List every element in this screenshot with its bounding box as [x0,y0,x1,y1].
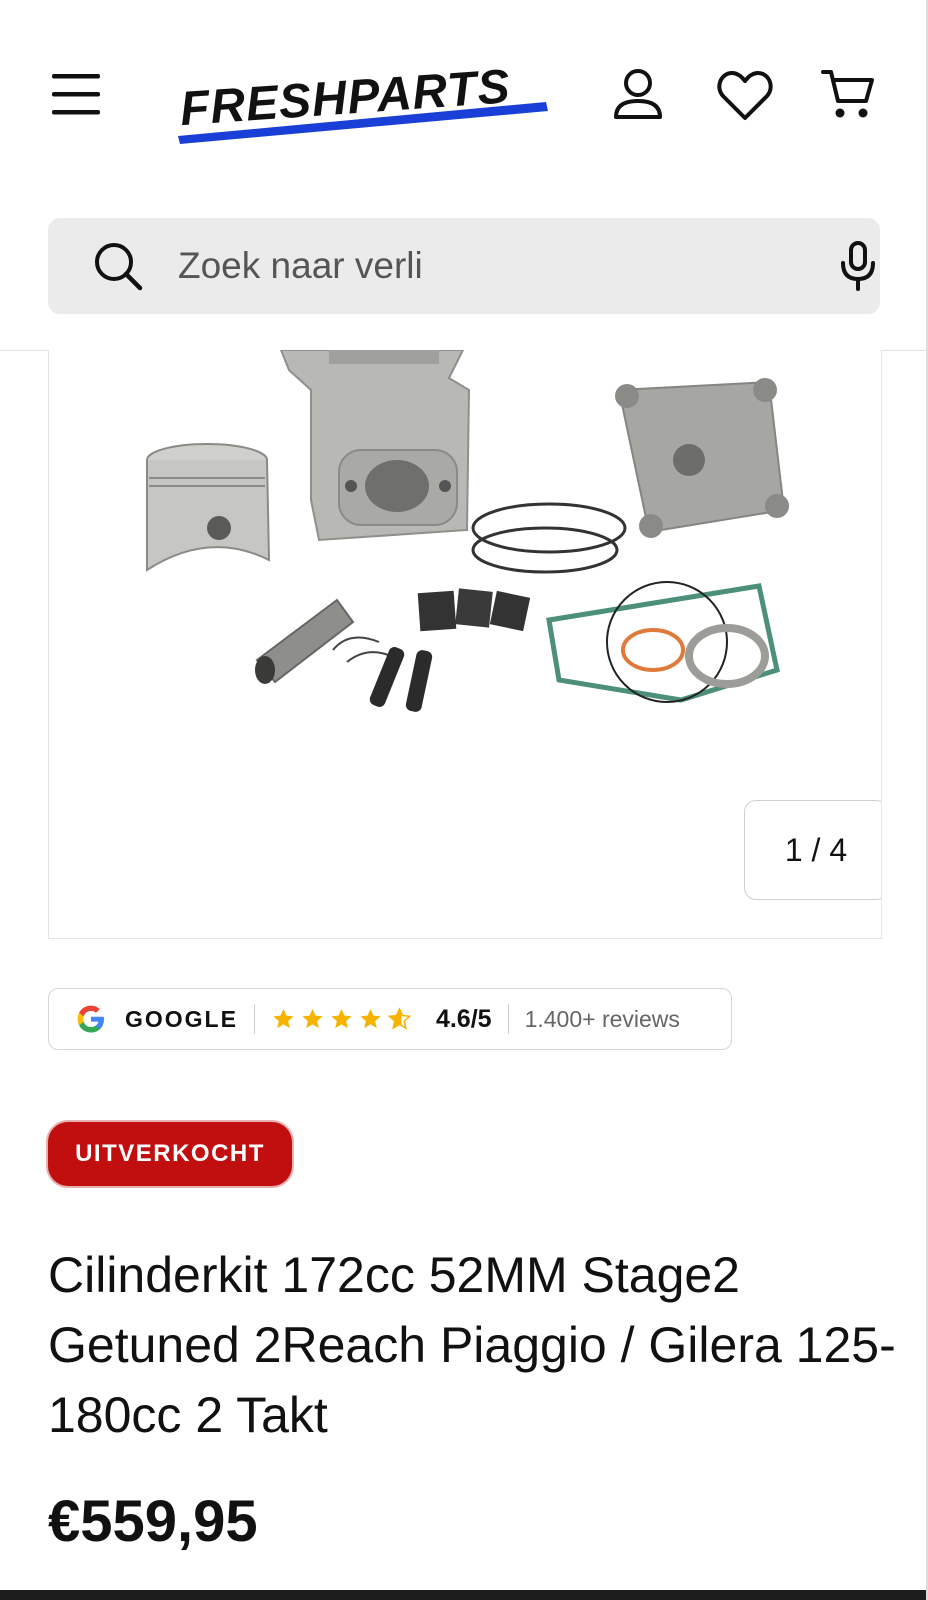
cart-icon [821,70,874,118]
rating-score: 4.6/5 [435,1004,492,1033]
review-count: 1.400+ reviews [524,1005,680,1032]
half-star-icon [387,1007,412,1030]
site-header: FRESHPARTS [0,0,928,351]
google-review-badge[interactable]: GOOGLE 4.6/5 1.400+ reviews [48,988,732,1050]
google-icon [77,1005,104,1033]
wishlist-button[interactable] [714,66,776,126]
star-icon [302,1009,323,1029]
menu-button[interactable] [46,66,106,122]
divider [507,1004,509,1034]
image-counter: 1 / 4 [744,800,881,900]
freshparts-logo[interactable]: FRESHPARTS [174,40,564,150]
product-title: Cilinderkit 172cc 52MM Stage2 Getuned 2R… [48,1247,896,1443]
product-image-gallery[interactable]: 1 / 4 [48,350,882,939]
search-bar [48,218,880,314]
cart-button[interactable] [818,64,878,124]
sold-out-badge: UITVERKOCHT [48,1122,292,1186]
star-icon [331,1009,352,1029]
star-icon [273,1009,294,1029]
search-icon[interactable] [92,240,144,292]
hamburger-menu-icon [52,74,100,115]
search-input[interactable] [178,238,738,294]
star-rating [271,1007,412,1031]
review-provider: GOOGLE [125,1005,238,1032]
product-price: €559,95 [48,1489,258,1554]
heart-icon [717,71,773,120]
microphone-icon [841,241,875,291]
user-icon [614,69,662,119]
voice-search-button[interactable] [830,238,886,294]
account-button[interactable] [608,64,668,124]
divider [253,1004,255,1034]
bottom-bar [0,1590,928,1600]
star-icon [360,1009,381,1029]
